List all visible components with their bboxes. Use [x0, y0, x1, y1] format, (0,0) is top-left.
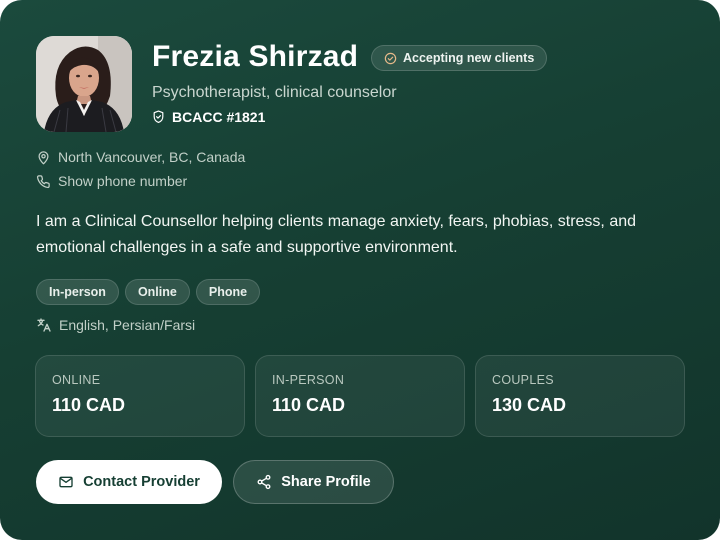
tag-phone: Phone: [195, 279, 261, 305]
mail-icon: [58, 474, 74, 490]
session-type-tags: In-person Online Phone: [36, 279, 261, 305]
price-card-online: ONLINE 110 CAD: [35, 355, 245, 437]
location-text: North Vancouver, BC, Canada: [58, 149, 246, 165]
languages-text: English, Persian/Farsi: [59, 317, 196, 333]
map-pin-icon: [36, 150, 51, 165]
share-icon: [256, 474, 272, 490]
translate-icon: [36, 317, 52, 333]
shield-check-icon: [152, 110, 165, 124]
phone-icon: [36, 174, 51, 189]
price-label: IN-PERSON: [272, 373, 345, 387]
share-profile-label: Share Profile: [281, 474, 371, 490]
share-profile-button[interactable]: Share Profile: [233, 460, 394, 504]
price-value: 130 CAD: [492, 395, 567, 415]
license-info: BCACC #1821: [152, 109, 265, 125]
provider-avatar: [36, 36, 132, 132]
languages-row: English, Persian/Farsi: [36, 317, 195, 333]
contact-provider-button[interactable]: Contact Provider: [36, 460, 222, 504]
price-value: 110 CAD: [272, 395, 346, 415]
price-card-in-person: IN-PERSON 110 CAD: [255, 355, 465, 437]
price-value: 110 CAD: [52, 395, 126, 415]
status-badge: Accepting new clients: [371, 45, 548, 71]
tag-online: Online: [124, 279, 190, 305]
check-circle-icon: [384, 52, 397, 65]
provider-name: Frezia Shirzad: [152, 40, 359, 73]
provider-title: Psychotherapist, clinical counselor: [152, 84, 397, 101]
price-label: ONLINE: [52, 373, 101, 387]
license-number: BCACC #1821: [172, 109, 266, 125]
status-badge-label: Accepting new clients: [403, 51, 535, 65]
provider-bio: I am a Clinical Counsellor helping clien…: [36, 213, 637, 256]
contact-provider-label: Contact Provider: [83, 474, 200, 490]
location-row: North Vancouver, BC, Canada: [36, 149, 245, 165]
show-phone-label: Show phone number: [58, 173, 188, 189]
price-label: COUPLES: [492, 373, 554, 387]
provider-profile-card: Frezia Shirzad Accepting new clients Psy…: [0, 0, 720, 540]
tag-in-person: In-person: [36, 279, 119, 305]
show-phone-link[interactable]: Show phone number: [36, 173, 187, 189]
price-card-couples: COUPLES 130 CAD: [475, 355, 685, 437]
